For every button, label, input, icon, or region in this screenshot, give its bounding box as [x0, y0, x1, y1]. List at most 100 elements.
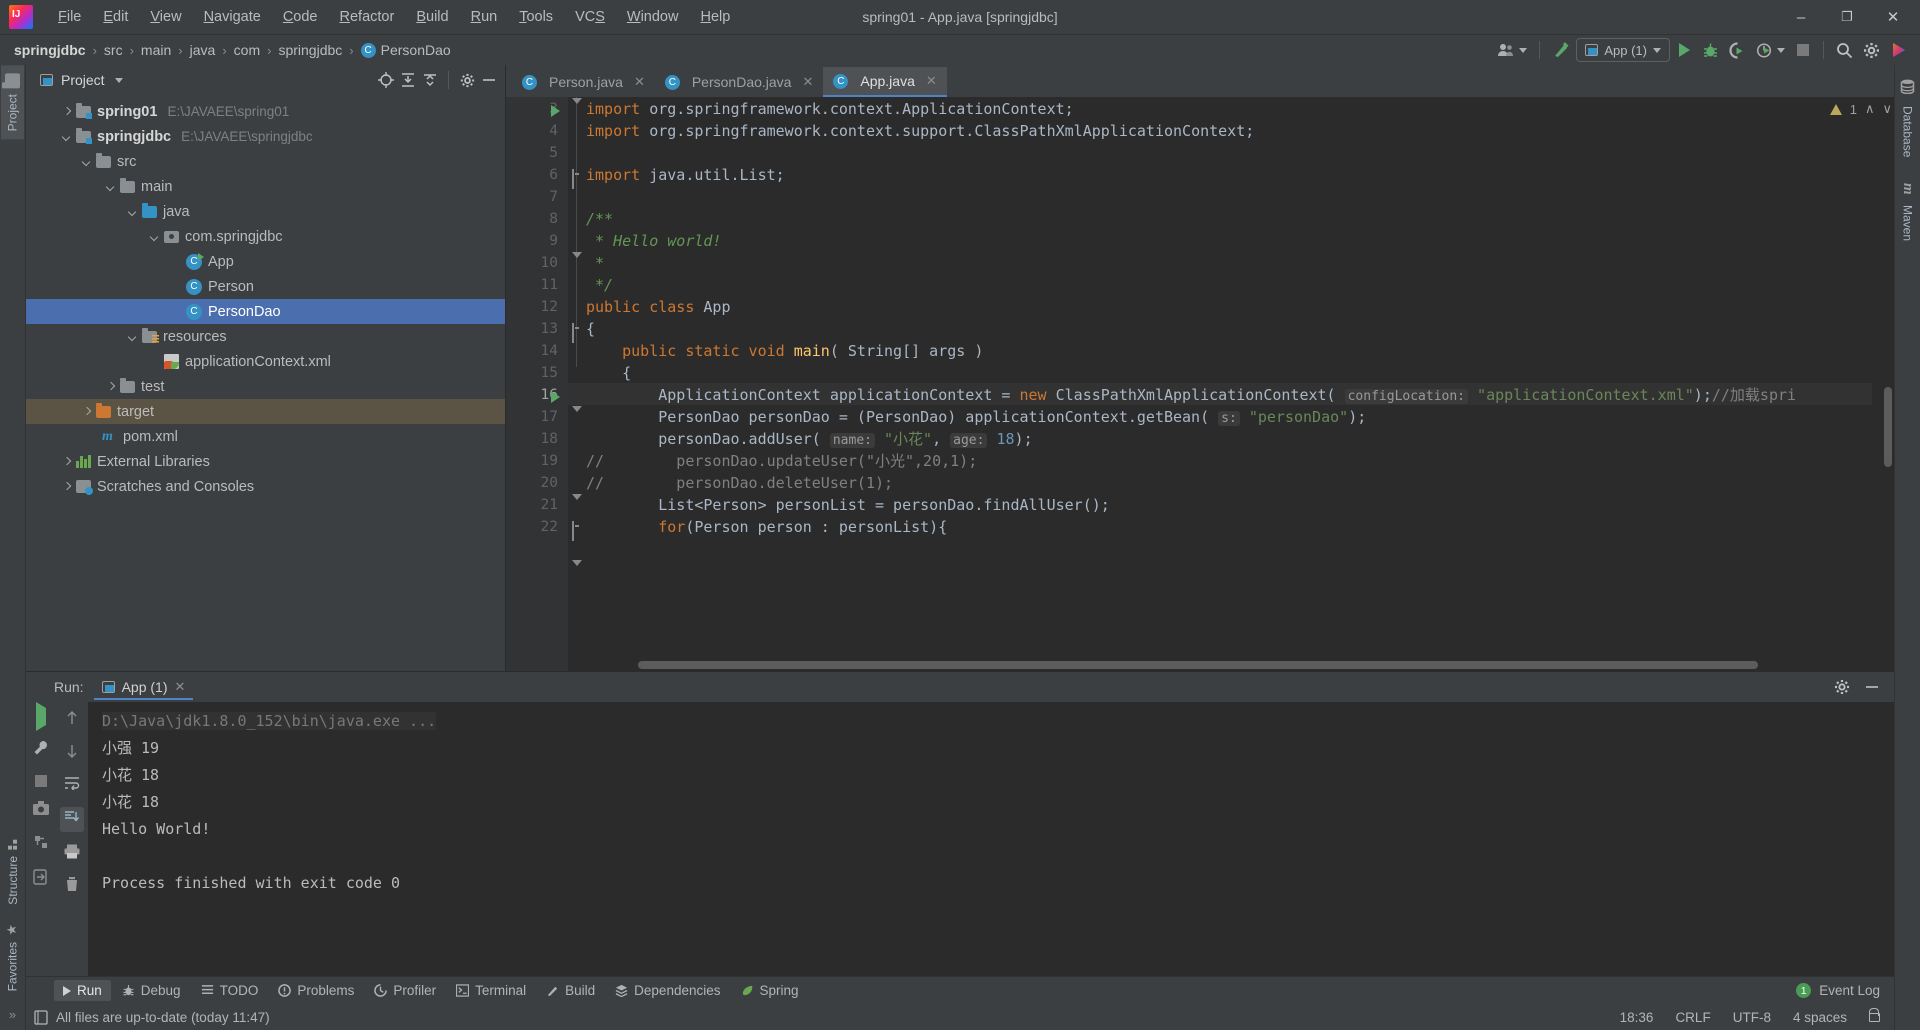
maximize-button[interactable]: ❐	[1824, 0, 1870, 34]
run-tab-app[interactable]: App (1) ✕	[93, 675, 194, 700]
bottom-tab-run[interactable]: Run	[54, 980, 111, 1001]
tree-item-test[interactable]: test	[26, 374, 505, 399]
gear-icon[interactable]	[457, 70, 477, 90]
gear-icon[interactable]	[1832, 677, 1852, 697]
inspection-gutter[interactable]	[1872, 97, 1894, 671]
code-editor[interactable]: 3 4 5 6 7 8 9 10 11 12 13 14 15 16 17 18…	[506, 97, 1894, 671]
more-tabs-button[interactable]: »	[9, 999, 16, 1030]
bottom-tab-terminal[interactable]: Terminal	[447, 980, 535, 1001]
run-with-coverage-button[interactable]	[1725, 38, 1750, 62]
gear-icon[interactable]	[1859, 38, 1884, 62]
exit-button[interactable]	[33, 869, 49, 890]
close-icon[interactable]: ✕	[926, 73, 937, 89]
camera-button[interactable]	[33, 801, 49, 820]
fold-marker-icon[interactable]	[572, 323, 574, 343]
breadcrumb-com[interactable]: com	[230, 40, 264, 60]
menu-build[interactable]: Build	[405, 5, 459, 29]
fold-marker-icon[interactable]	[572, 494, 582, 518]
unlocked-icon[interactable]	[1869, 1007, 1880, 1022]
breadcrumb-persondao[interactable]: C PersonDao	[357, 40, 455, 60]
chevron-down-icon[interactable]	[114, 77, 123, 83]
rerun-button[interactable]	[36, 702, 46, 731]
code-text[interactable]: import org.springframework.context.Appli…	[568, 97, 1894, 671]
prev-problem-button[interactable]: ∧	[1865, 101, 1875, 117]
tab-persondao-java[interactable]: C PersonDao.java ✕	[655, 67, 824, 97]
line-separator[interactable]: CRLF	[1675, 1010, 1710, 1025]
tree-item-java[interactable]: java	[26, 199, 505, 224]
tree-item-applicationcontext-xml[interactable]: applicationContext.xml	[26, 349, 505, 374]
close-icon[interactable]: ✕	[175, 679, 186, 695]
menu-view[interactable]: View	[139, 5, 192, 29]
tree-item-person[interactable]: C Person	[26, 274, 505, 299]
fold-marker-icon[interactable]	[572, 252, 582, 276]
collapse-all-icon[interactable]	[420, 70, 440, 90]
breadcrumb-main[interactable]: main	[137, 40, 175, 60]
tree-item-src[interactable]: src	[26, 149, 505, 174]
chevron-right-icon[interactable]	[80, 405, 94, 419]
fold-marker-icon[interactable]	[572, 560, 582, 584]
down-arrow-button[interactable]	[65, 743, 79, 764]
stop-button[interactable]	[35, 775, 47, 787]
breadcrumb-springjdbc-pkg[interactable]: springjdbc	[274, 40, 346, 60]
minimize-button[interactable]: –	[1778, 0, 1824, 34]
bottom-tab-dependencies[interactable]: Dependencies	[606, 980, 729, 1001]
menu-navigate[interactable]: Navigate	[193, 5, 272, 29]
editor-gutter[interactable]: 3 4 5 6 7 8 9 10 11 12 13 14 15 16 17 18…	[506, 97, 568, 671]
search-icon[interactable]	[1832, 38, 1857, 62]
caret-position[interactable]: 18:36	[1620, 1010, 1654, 1025]
breadcrumb-src[interactable]: src	[100, 40, 127, 60]
menu-help[interactable]: Help	[689, 5, 741, 29]
bottom-tab-todo[interactable]: TODO	[192, 980, 268, 1001]
chevron-down-icon[interactable]	[60, 130, 74, 144]
chevron-down-icon[interactable]	[80, 155, 94, 169]
tree-item-external-libraries[interactable]: External Libraries	[26, 449, 505, 474]
settings-wrench-button[interactable]	[33, 740, 49, 761]
build-project-button[interactable]	[1548, 38, 1574, 62]
scroll-to-end-button[interactable]	[60, 807, 84, 832]
bottom-tab-build[interactable]: Build	[537, 980, 604, 1001]
run-button[interactable]	[1672, 38, 1696, 62]
debug-button[interactable]	[1698, 38, 1723, 62]
close-button[interactable]: ✕	[1870, 0, 1916, 34]
menu-code[interactable]: Code	[272, 5, 329, 29]
tab-app-java[interactable]: C App.java ✕	[823, 67, 947, 97]
locate-icon[interactable]	[376, 70, 396, 90]
menu-window[interactable]: Window	[616, 5, 690, 29]
tree-item-resources[interactable]: resources	[26, 324, 505, 349]
next-problem-button[interactable]: ∨	[1882, 101, 1892, 117]
fold-marker-icon[interactable]	[572, 521, 574, 541]
bottom-tab-profiler[interactable]: Profiler	[365, 980, 445, 1001]
bottom-tab-debug[interactable]: Debug	[113, 980, 190, 1001]
expand-all-icon[interactable]	[398, 70, 418, 90]
chevron-right-icon[interactable]	[60, 105, 74, 119]
chevron-down-icon[interactable]	[148, 230, 162, 244]
tree-item-main[interactable]: main	[26, 174, 505, 199]
chevron-right-icon[interactable]	[60, 455, 74, 469]
tree-item-persondao[interactable]: C PersonDao	[26, 299, 505, 324]
clear-all-button[interactable]	[65, 876, 79, 897]
menu-refactor[interactable]: Refactor	[329, 5, 406, 29]
profiler-button[interactable]	[1752, 38, 1789, 62]
run-configuration-selector[interactable]: App (1)	[1576, 38, 1670, 62]
event-log-widget[interactable]: 1 Event Log	[1796, 983, 1894, 998]
bottom-tab-spring[interactable]: Spring	[732, 980, 808, 1001]
chevron-down-icon[interactable]	[126, 205, 140, 219]
fold-marker-icon[interactable]	[572, 169, 574, 189]
menu-edit[interactable]: Edit	[92, 5, 139, 29]
stop-button[interactable]	[1791, 38, 1815, 62]
chevron-right-icon[interactable]	[104, 380, 118, 394]
sidebar-item-structure[interactable]: Structure	[2, 830, 24, 913]
tree-item-com-springjdbc[interactable]: com.springjdbc	[26, 224, 505, 249]
vertical-scrollbar[interactable]	[1884, 387, 1892, 467]
file-encoding[interactable]: UTF-8	[1733, 1010, 1771, 1025]
tree-item-springjdbc[interactable]: springjdbc E:\JAVAEE\springjdbc	[26, 124, 505, 149]
tree-item-spring01[interactable]: spring01 E:\JAVAEE\spring01	[26, 99, 505, 124]
chevron-down-icon[interactable]	[126, 330, 140, 344]
menu-run[interactable]: Run	[460, 5, 509, 29]
sidebar-item-maven[interactable]: m Maven	[1895, 165, 1920, 249]
sidebar-item-database[interactable]: Database	[1896, 65, 1919, 165]
breadcrumb-springjdbc[interactable]: springjdbc	[10, 40, 90, 60]
tree-item-target[interactable]: target	[26, 399, 505, 424]
tree-item-app[interactable]: C App	[26, 249, 505, 274]
chevron-down-icon[interactable]	[104, 180, 118, 194]
